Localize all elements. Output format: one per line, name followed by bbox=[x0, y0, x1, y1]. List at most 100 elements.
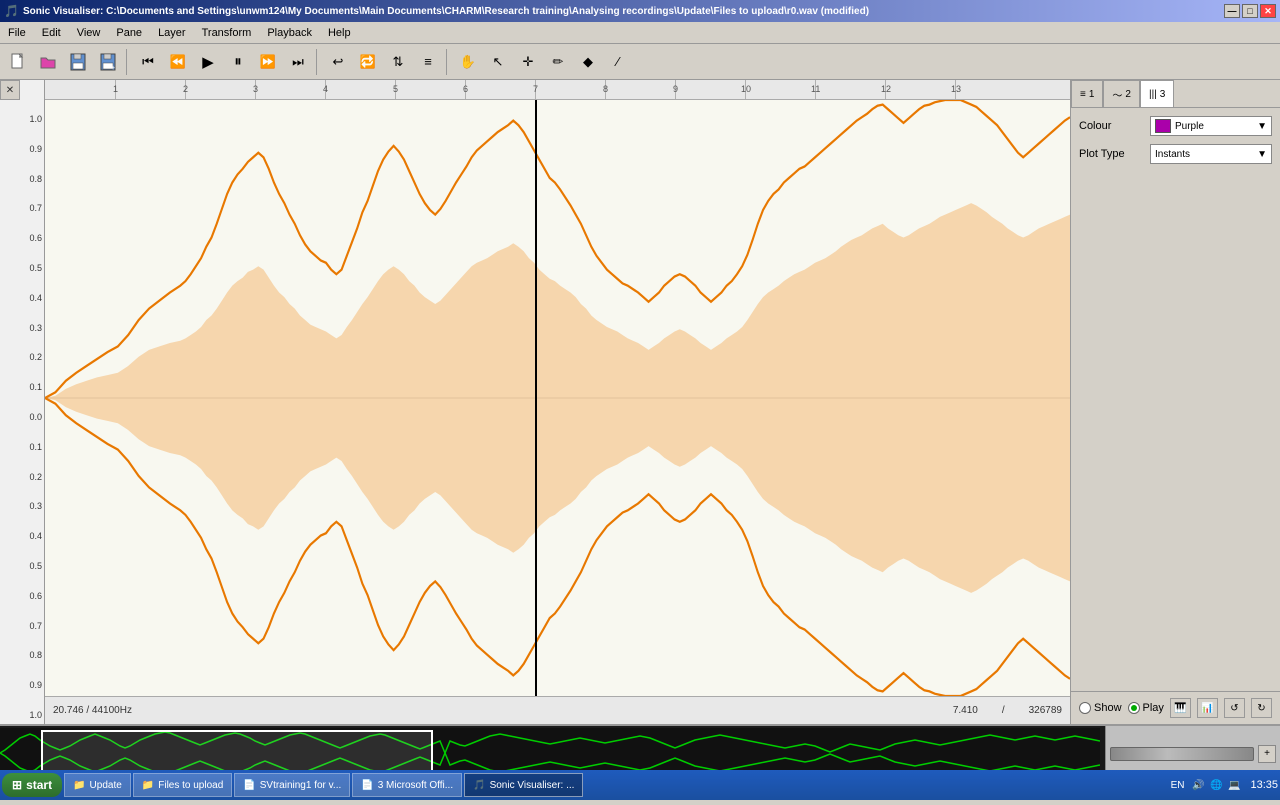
show-play-bar: Show Play 🎹 📊 ↺ ↻ bbox=[1071, 691, 1280, 724]
y-label-0.5-bot: 0.5 bbox=[2, 561, 42, 571]
time-mark-2: 2 bbox=[183, 84, 188, 94]
fast-forward-button[interactable]: ⏩ bbox=[254, 48, 282, 76]
fast-forward-end-button[interactable]: ⏭ bbox=[284, 48, 312, 76]
open-button[interactable] bbox=[34, 48, 62, 76]
taskbar-label-files: Files to upload bbox=[158, 780, 223, 791]
show-radio[interactable] bbox=[1079, 702, 1091, 714]
taskbar-item-update[interactable]: 📁 Update bbox=[64, 773, 131, 797]
menu-file[interactable]: File bbox=[0, 25, 34, 41]
time-mark-12: 12 bbox=[881, 84, 891, 94]
loop-play-button[interactable]: ↩ bbox=[324, 48, 352, 76]
taskbar-right: EN 🔊 🌐 💻 13:35 bbox=[1171, 777, 1278, 793]
waveform-status: 20.746 / 44100Hz 7.410 / 326789 bbox=[45, 696, 1070, 724]
y-label-0.4-top: 0.4 bbox=[2, 293, 42, 303]
measure-tool[interactable]: ∕ bbox=[604, 48, 632, 76]
plot-type-select[interactable]: Instants ▼ bbox=[1150, 144, 1272, 164]
close-pane-button[interactable]: ✕ bbox=[0, 80, 20, 100]
play-button[interactable]: ▶ bbox=[194, 48, 222, 76]
layer-tab-2[interactable]: 〜 2 bbox=[1103, 80, 1140, 107]
taskbar-item-sv[interactable]: 📄 SVtraining1 for v... bbox=[234, 773, 350, 797]
piano-icon-btn[interactable]: 🎹 bbox=[1170, 698, 1191, 718]
close-button[interactable]: ✕ bbox=[1260, 4, 1276, 18]
menu-playback[interactable]: Playback bbox=[259, 25, 320, 41]
time-mark-1: 1 bbox=[113, 84, 118, 94]
colour-row: Colour Purple ▼ bbox=[1079, 116, 1272, 136]
zoom-in-button[interactable]: + bbox=[1258, 745, 1276, 763]
layer-2-icon: 〜 bbox=[1112, 87, 1122, 102]
plot-type-row: Plot Type Instants ▼ bbox=[1079, 144, 1272, 164]
y-label-0.0: 0.0 bbox=[2, 412, 42, 422]
colour-label: Colour bbox=[1079, 120, 1144, 132]
taskbar-item-sonic[interactable]: 🎵 Sonic Visualiser: ... bbox=[464, 773, 583, 797]
colour-swatch bbox=[1155, 119, 1171, 133]
horizontal-scrollbar[interactable] bbox=[1110, 747, 1254, 761]
start-label: start bbox=[26, 778, 52, 792]
volume-left-btn[interactable]: ↺ bbox=[1224, 698, 1245, 718]
taskbar-item-files[interactable]: 📁 Files to upload bbox=[133, 773, 233, 797]
layer-properties: Colour Purple ▼ Plot Type Instants ▼ bbox=[1071, 108, 1280, 172]
toolbar-sep-3 bbox=[446, 49, 450, 75]
time-mark-11: 11 bbox=[811, 84, 820, 94]
rewind-start-button[interactable]: ⏮ bbox=[134, 48, 162, 76]
menu-edit[interactable]: Edit bbox=[34, 25, 69, 41]
layer-3-icon: ||| bbox=[1149, 89, 1157, 100]
waveform-pane[interactable]: 1 2 3 4 5 6 7 8 9 10 11 12 13 bbox=[45, 80, 1070, 724]
titlebar-left: 🎵 Sonic Visualiser: C:\Documents and Set… bbox=[4, 4, 869, 18]
colour-select[interactable]: Purple ▼ bbox=[1150, 116, 1272, 136]
volume-right-btn[interactable]: ↻ bbox=[1251, 698, 1272, 718]
taskbar-label-update: Update bbox=[90, 780, 122, 791]
window-title: Sonic Visualiser: C:\Documents and Setti… bbox=[23, 6, 869, 17]
rewind-button[interactable]: ⏪ bbox=[164, 48, 192, 76]
layer-tab-3[interactable]: ||| 3 bbox=[1140, 80, 1174, 107]
taskbar-lang: EN bbox=[1171, 780, 1185, 791]
y-label-0.6: 0.6 bbox=[2, 233, 42, 243]
menu-layer[interactable]: Layer bbox=[150, 25, 194, 41]
save-button[interactable] bbox=[64, 48, 92, 76]
sample-rate-display: 20.746 / 44100Hz bbox=[53, 705, 132, 716]
meter-icon-btn[interactable]: 📊 bbox=[1197, 698, 1218, 718]
menu-pane[interactable]: Pane bbox=[108, 25, 150, 41]
plot-type-value: Instants bbox=[1155, 149, 1190, 160]
select-tool[interactable]: ↖ bbox=[484, 48, 512, 76]
move-tool[interactable]: ✛ bbox=[514, 48, 542, 76]
sample-display: 326789 bbox=[1029, 705, 1062, 716]
taskbar-label-sv: SVtraining1 for v... bbox=[260, 780, 342, 791]
new-button[interactable] bbox=[4, 48, 32, 76]
taskbar-icon-office: 📄 bbox=[361, 780, 373, 791]
navigate-tool[interactable]: ✋ bbox=[454, 48, 482, 76]
y-label-0.7: 0.7 bbox=[2, 203, 42, 213]
play-radio[interactable] bbox=[1128, 702, 1140, 714]
play-label: Play bbox=[1128, 702, 1164, 714]
draw-tool[interactable]: ✏ bbox=[544, 48, 572, 76]
menu-help[interactable]: Help bbox=[320, 25, 359, 41]
taskbar-icon-sv: 📄 bbox=[243, 780, 255, 791]
titlebar: 🎵 Sonic Visualiser: C:\Documents and Set… bbox=[0, 0, 1280, 22]
loop-button[interactable]: 🔁 bbox=[354, 48, 382, 76]
start-icon: ⊞ bbox=[12, 778, 22, 792]
y-label-0.2-bot: 0.2 bbox=[2, 472, 42, 482]
playhead bbox=[535, 100, 537, 696]
start-button[interactable]: ⊞ start bbox=[2, 773, 62, 797]
erase-tool[interactable]: ◆ bbox=[574, 48, 602, 76]
y-label-1.0-top: 1.0 bbox=[2, 114, 42, 124]
y-axis-labels: 1.0 0.9 0.8 0.7 0.6 0.5 0.4 0.3 0.2 0.1 … bbox=[0, 110, 44, 724]
layer-tab-1[interactable]: ≡ 1 bbox=[1071, 80, 1103, 107]
y-label-0.4-bot: 0.4 bbox=[2, 531, 42, 541]
scroll-button[interactable]: ≡ bbox=[414, 48, 442, 76]
toolbar-sep-2 bbox=[316, 49, 320, 75]
show-label: Show bbox=[1079, 702, 1122, 714]
taskbar-icon-sonic: 🎵 bbox=[473, 780, 485, 791]
svg-text:+: + bbox=[111, 65, 115, 71]
taskbar-item-office[interactable]: 📄 3 Microsoft Offi... bbox=[352, 773, 462, 797]
taskbar-time: 13:35 bbox=[1250, 779, 1278, 791]
pause-button[interactable]: ⏸ bbox=[224, 48, 252, 76]
waveform-canvas[interactable] bbox=[45, 100, 1070, 696]
time-mark-4: 4 bbox=[323, 84, 328, 94]
maximize-button[interactable]: □ bbox=[1242, 4, 1258, 18]
minimize-button[interactable]: — bbox=[1224, 4, 1240, 18]
menu-view[interactable]: View bbox=[69, 25, 109, 41]
shuffle-button[interactable]: ⇅ bbox=[384, 48, 412, 76]
menu-transform[interactable]: Transform bbox=[194, 25, 260, 41]
save-as-button[interactable]: + bbox=[94, 48, 122, 76]
y-label-0.3-bot: 0.3 bbox=[2, 501, 42, 511]
